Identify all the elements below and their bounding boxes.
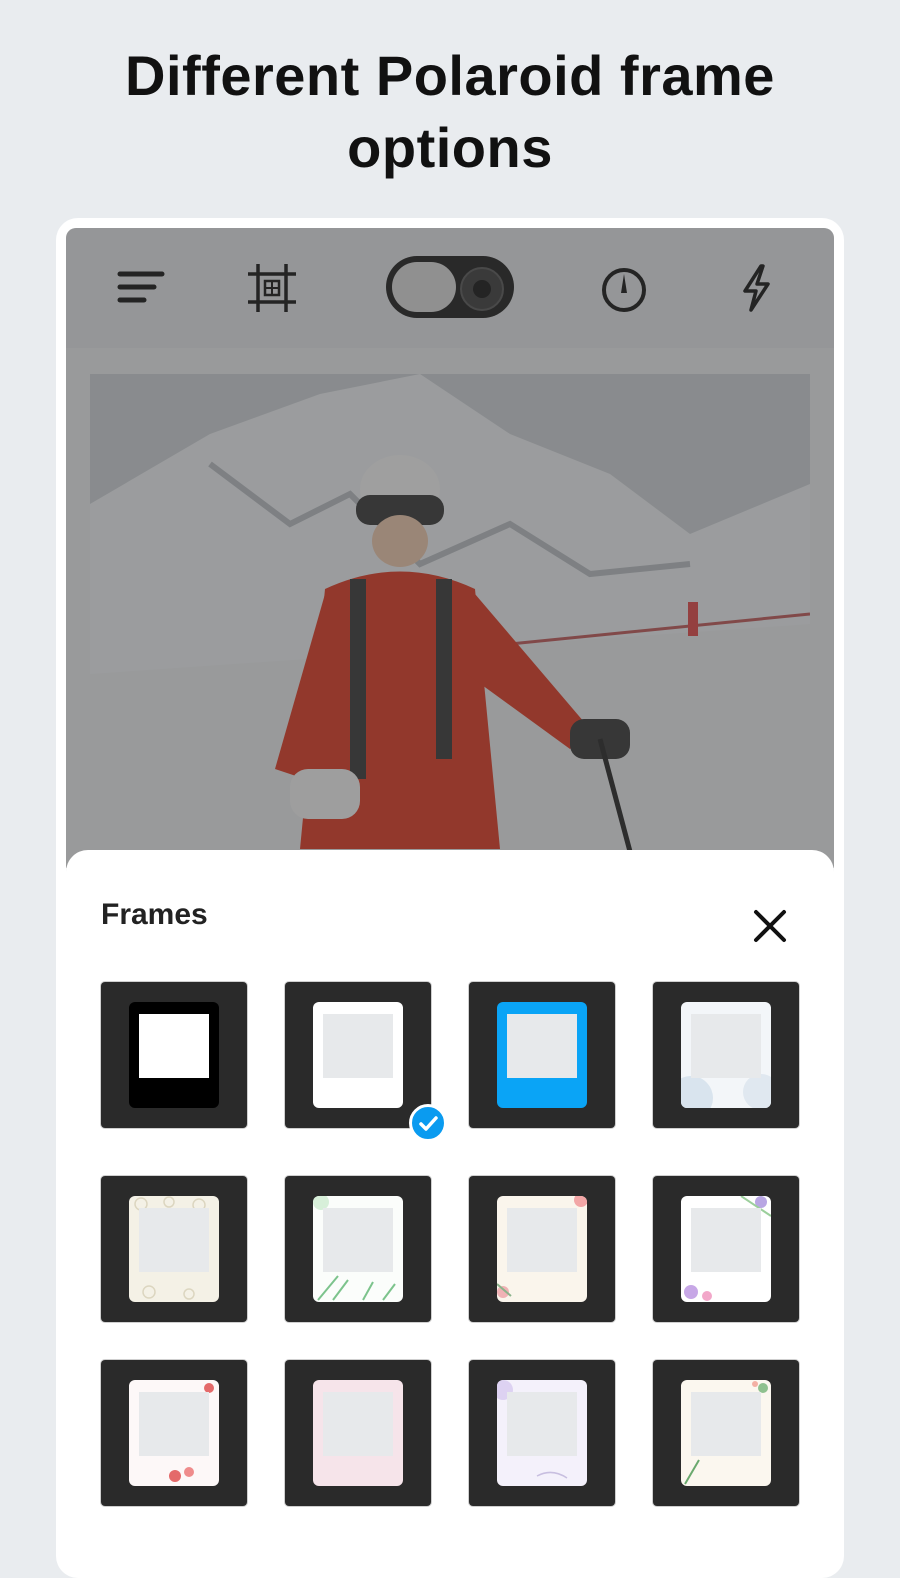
frame-preview bbox=[129, 1196, 219, 1302]
frame-preview bbox=[497, 1380, 587, 1486]
frame-hole bbox=[323, 1014, 393, 1078]
frame-preview bbox=[681, 1380, 771, 1486]
frame-option-purple-floral[interactable] bbox=[653, 1176, 799, 1322]
frame-option-blue[interactable] bbox=[469, 982, 615, 1128]
frame-option-watercolor-blue[interactable] bbox=[653, 982, 799, 1128]
sheet-title: Frames bbox=[101, 898, 208, 931]
app-screen: Frames bbox=[66, 228, 834, 1568]
frame-hole bbox=[691, 1014, 761, 1078]
frame-option-green-sprig[interactable] bbox=[653, 1360, 799, 1506]
frame-hole bbox=[507, 1208, 577, 1272]
close-icon[interactable] bbox=[750, 906, 790, 946]
frame-option-red-blossom[interactable] bbox=[101, 1360, 247, 1506]
headline-line-2: options bbox=[347, 116, 553, 179]
selected-check-icon bbox=[409, 1104, 447, 1142]
frame-preview bbox=[681, 1002, 771, 1108]
frame-option-cream-lace[interactable] bbox=[101, 1176, 247, 1322]
frame-hole bbox=[139, 1014, 209, 1078]
frame-option-black[interactable] bbox=[101, 982, 247, 1128]
frame-option-white[interactable] bbox=[285, 982, 431, 1128]
frame-hole bbox=[507, 1392, 577, 1456]
phone-mockup: Frames bbox=[56, 218, 844, 1578]
frame-preview bbox=[129, 1380, 219, 1486]
frame-option-peach-floral[interactable] bbox=[469, 1176, 615, 1322]
frame-preview bbox=[313, 1380, 403, 1486]
frame-hole bbox=[691, 1392, 761, 1456]
frame-hole bbox=[139, 1208, 209, 1272]
dimming-overlay bbox=[66, 228, 834, 868]
frame-preview bbox=[497, 1002, 587, 1108]
frame-hole bbox=[507, 1014, 577, 1078]
frame-preview bbox=[313, 1196, 403, 1302]
frame-hole bbox=[139, 1392, 209, 1456]
frame-option-pink-wash[interactable] bbox=[285, 1360, 431, 1506]
frame-preview bbox=[129, 1002, 219, 1108]
page-headline: Different Polaroid frame options bbox=[0, 40, 900, 184]
frame-preview bbox=[313, 1002, 403, 1108]
frame-hole bbox=[323, 1208, 393, 1272]
frame-preview bbox=[497, 1196, 587, 1302]
frame-hole bbox=[323, 1392, 393, 1456]
frame-option-green-leaves[interactable] bbox=[285, 1176, 431, 1322]
headline-line-1: Different Polaroid frame bbox=[125, 44, 775, 107]
frame-option-lavender-script[interactable] bbox=[469, 1360, 615, 1506]
frames-bottom-sheet: Frames bbox=[66, 850, 834, 1568]
frame-preview bbox=[681, 1196, 771, 1302]
frame-hole bbox=[691, 1208, 761, 1272]
